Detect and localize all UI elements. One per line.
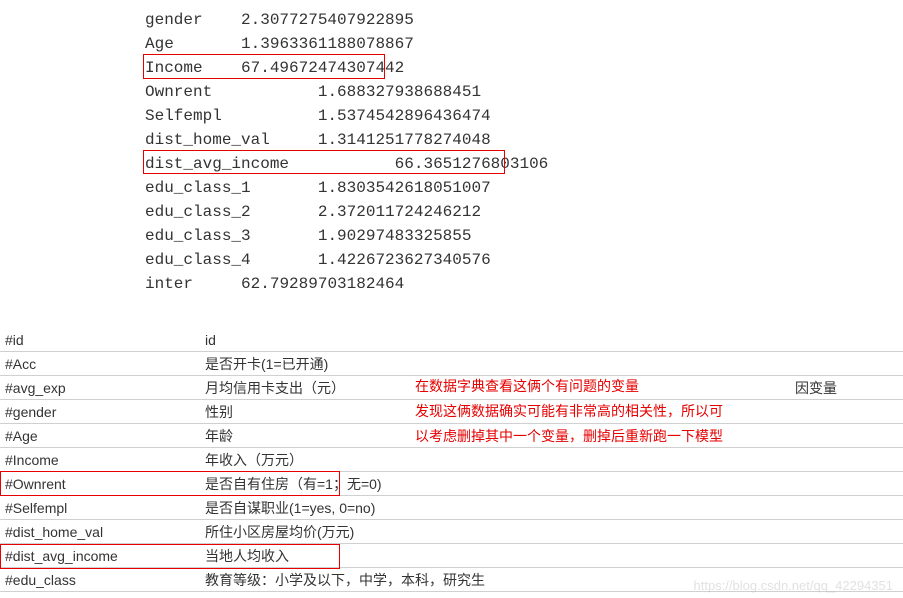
label: dist_avg_income bbox=[145, 155, 289, 173]
vif-line: edu_class_2 2.372011724246212 bbox=[145, 200, 903, 224]
label: Ownrent bbox=[145, 83, 212, 101]
value: 2.372011724246212 bbox=[318, 203, 481, 221]
vif-line: edu_class_3 1.90297483325855 bbox=[145, 224, 903, 248]
dict-key: #Ownrent bbox=[0, 476, 205, 492]
value: 62.79289703182464 bbox=[241, 275, 404, 293]
label: edu_class_3 bbox=[145, 227, 251, 245]
dict-key: #id bbox=[0, 332, 205, 348]
label: edu_class_2 bbox=[145, 203, 251, 221]
vif-line: Selfempl 1.5374542896436474 bbox=[145, 104, 903, 128]
dict-desc: 所住小区房屋均价(万元) bbox=[205, 522, 795, 542]
dict-key: #Acc bbox=[0, 356, 205, 372]
value: 1.3963361188078867 bbox=[241, 35, 414, 53]
dict-desc: id bbox=[205, 332, 795, 348]
vif-line-distavg: dist_avg_income 66.3651276803106 bbox=[145, 152, 903, 176]
label: edu_class_4 bbox=[145, 251, 251, 269]
dict-key: #dist_home_val bbox=[0, 524, 205, 540]
vif-line: Ownrent 1.688327938688451 bbox=[145, 80, 903, 104]
dict-key: #Selfempl bbox=[0, 500, 205, 516]
annotation-text: 在数据字典查看这俩个有问题的变量 发现这俩数据确实可能有非常高的相关性，所以可 … bbox=[415, 374, 795, 450]
value: 2.3077275407922895 bbox=[241, 11, 414, 29]
annotation-line: 发现这俩数据确实可能有非常高的相关性，所以可 bbox=[415, 399, 795, 424]
vif-line: gender 2.3077275407922895 bbox=[145, 8, 903, 32]
annotation-line: 以考虑删掉其中一个变量，删掉后重新跑一下模型 bbox=[415, 424, 795, 449]
dict-key: #gender bbox=[0, 404, 205, 420]
table-row: #dist_home_val 所住小区房屋均价(万元) bbox=[0, 520, 903, 544]
dict-extra: 因变量 bbox=[795, 378, 895, 398]
annotation-line: 在数据字典查看这俩个有问题的变量 bbox=[415, 374, 795, 399]
vif-line-income: Income 67.49672474307442 bbox=[145, 56, 903, 80]
table-row: #dist_avg_income 当地人均收入 bbox=[0, 544, 903, 568]
dict-key: #avg_exp bbox=[0, 380, 205, 396]
dict-desc: 是否自有住房（有=1；无=0) bbox=[205, 474, 795, 494]
value: 67.49672474307442 bbox=[241, 59, 404, 77]
table-row: #Selfempl 是否自谋职业(1=yes, 0=no) bbox=[0, 496, 903, 520]
dict-key: #Age bbox=[0, 428, 205, 444]
dict-desc: 是否开卡(1=已开通) bbox=[205, 354, 795, 374]
label: inter bbox=[145, 275, 193, 293]
label: Selfempl bbox=[145, 107, 222, 125]
table-row: #id id bbox=[0, 328, 903, 352]
watermark: https://blog.csdn.net/qq_42294351 bbox=[694, 578, 894, 593]
dict-key: #edu_class bbox=[0, 572, 205, 588]
value: 66.3651276803106 bbox=[395, 155, 549, 173]
value: 1.4226723627340576 bbox=[318, 251, 491, 269]
table-row: #Acc 是否开卡(1=已开通) bbox=[0, 352, 903, 376]
data-dictionary-table: #id id #Acc 是否开卡(1=已开通) #avg_exp 月均信用卡支出… bbox=[0, 328, 903, 592]
label: Age bbox=[145, 35, 174, 53]
value: 1.90297483325855 bbox=[318, 227, 472, 245]
vif-line: dist_home_val 1.3141251778274048 bbox=[145, 128, 903, 152]
dict-key: #Income bbox=[0, 452, 205, 468]
vif-line: inter 62.79289703182464 bbox=[145, 272, 903, 296]
value: 1.5374542896436474 bbox=[318, 107, 491, 125]
table-row: #Ownrent 是否自有住房（有=1；无=0) bbox=[0, 472, 903, 496]
vif-output: gender 2.3077275407922895 Age 1.39633611… bbox=[0, 0, 903, 296]
label: dist_home_val bbox=[145, 131, 270, 149]
dict-desc: 当地人均收入 bbox=[205, 546, 795, 566]
value: 1.3141251778274048 bbox=[318, 131, 491, 149]
table-row: #Income 年收入（万元） bbox=[0, 448, 903, 472]
value: 1.8303542618051007 bbox=[318, 179, 491, 197]
vif-line: edu_class_1 1.8303542618051007 bbox=[145, 176, 903, 200]
dict-key: #dist_avg_income bbox=[0, 548, 205, 564]
label: gender bbox=[145, 11, 203, 29]
dict-desc: 年收入（万元） bbox=[205, 450, 795, 470]
dict-desc: 是否自谋职业(1=yes, 0=no) bbox=[205, 498, 795, 518]
value: 1.688327938688451 bbox=[318, 83, 481, 101]
label: edu_class_1 bbox=[145, 179, 251, 197]
label: Income bbox=[145, 59, 203, 77]
vif-line: edu_class_4 1.4226723627340576 bbox=[145, 248, 903, 272]
vif-line: Age 1.3963361188078867 bbox=[145, 32, 903, 56]
